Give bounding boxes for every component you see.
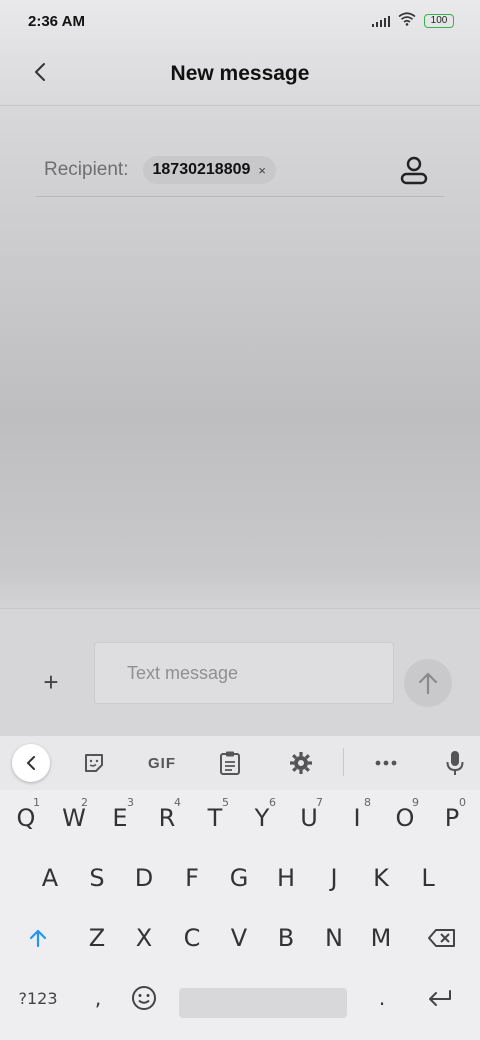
keyboard: GIF Q1 W2 E3 R4 T5 Y6 U7 I8 O9 P0 A S D … — [0, 736, 480, 1040]
recipient-chip-number: 18730218809 — [152, 161, 251, 178]
key-r[interactable]: R4 — [145, 790, 189, 846]
key-s[interactable]: S — [75, 850, 119, 906]
settings-button[interactable] — [285, 747, 317, 779]
key-q[interactable]: Q1 — [4, 790, 48, 846]
recipient-field[interactable]: Recipient: 18730218809 × — [36, 144, 444, 197]
key-m[interactable]: M — [359, 910, 403, 966]
back-button[interactable] — [26, 58, 54, 86]
message-input[interactable]: Text message — [94, 642, 394, 704]
signal-icon — [372, 15, 390, 27]
comma-key[interactable]: , — [76, 970, 120, 1026]
more-button[interactable] — [370, 747, 402, 779]
key-c[interactable]: C — [170, 910, 214, 966]
add-contact-button[interactable] — [398, 154, 430, 186]
voice-input-button[interactable] — [439, 747, 471, 779]
key-row-1: Q1 W2 E3 R4 T5 Y6 U7 I8 O9 P0 — [0, 790, 480, 850]
sticker-icon — [85, 754, 103, 772]
key-n[interactable]: N — [312, 910, 356, 966]
compose-bar: + Text message — [0, 608, 480, 736]
backspace-key[interactable] — [420, 910, 464, 966]
backspace-icon — [428, 929, 455, 947]
gif-label: GIF — [148, 754, 176, 772]
add-attachment-button[interactable]: + — [40, 669, 62, 695]
status-time: 2:36 AM — [28, 12, 85, 30]
gear-icon — [290, 752, 312, 774]
key-g[interactable]: G — [217, 850, 261, 906]
sticker-button[interactable] — [78, 747, 110, 779]
page-title: New message — [170, 61, 310, 85]
key-row-4: ?123 , . — [0, 970, 480, 1030]
battery-icon: 100 — [424, 14, 454, 28]
send-button[interactable] — [404, 659, 452, 707]
send-arrow-icon — [418, 672, 438, 695]
key-k[interactable]: K — [359, 850, 403, 906]
key-y[interactable]: Y6 — [240, 790, 284, 846]
key-l[interactable]: L — [406, 850, 450, 906]
enter-key[interactable] — [418, 970, 462, 1026]
toolbar-divider — [343, 748, 344, 776]
shift-key[interactable] — [16, 910, 60, 966]
remove-recipient-icon[interactable]: × — [258, 163, 266, 178]
key-u[interactable]: U7 — [287, 790, 331, 846]
key-f[interactable]: F — [170, 850, 214, 906]
app-header: New message — [0, 42, 480, 106]
key-row-3: Z X C V B N M — [0, 910, 480, 970]
emoji-key[interactable] — [122, 970, 166, 1026]
key-p[interactable]: P0 — [430, 790, 474, 846]
key-d[interactable]: D — [122, 850, 166, 906]
contact-icon — [400, 156, 428, 185]
recipient-label: Recipient: — [44, 159, 129, 180]
keyboard-toolbar: GIF — [0, 736, 480, 790]
key-t[interactable]: T5 — [193, 790, 237, 846]
back-chevron-icon — [35, 63, 45, 81]
wifi-icon — [398, 11, 416, 31]
key-j[interactable]: J — [312, 850, 356, 906]
status-bar: 2:36 AM 100 — [0, 0, 480, 42]
key-e[interactable]: E3 — [98, 790, 142, 846]
symbols-key[interactable]: ?123 — [14, 970, 62, 1026]
status-icons: 100 — [372, 11, 454, 31]
keyboard-collapse-button[interactable] — [12, 744, 50, 782]
key-v[interactable]: V — [217, 910, 261, 966]
chevron-left-icon — [27, 756, 35, 770]
key-h[interactable]: H — [264, 850, 308, 906]
microphone-icon — [446, 751, 464, 775]
key-b[interactable]: B — [264, 910, 308, 966]
more-icon — [375, 760, 397, 766]
key-o[interactable]: O9 — [383, 790, 427, 846]
key-i[interactable]: I8 — [335, 790, 379, 846]
space-key[interactable] — [179, 988, 347, 1018]
clipboard-button[interactable] — [214, 747, 246, 779]
clipboard-icon — [220, 751, 240, 775]
recipient-chip[interactable]: 18730218809 × — [142, 156, 276, 184]
key-w[interactable]: W2 — [52, 790, 96, 846]
period-key[interactable]: . — [360, 970, 404, 1026]
key-x[interactable]: X — [122, 910, 166, 966]
key-row-2: A S D F G H J K L — [0, 850, 480, 910]
key-z[interactable]: Z — [75, 910, 119, 966]
enter-icon — [429, 990, 451, 1006]
key-a[interactable]: A — [28, 850, 72, 906]
emoji-icon — [132, 986, 156, 1010]
shift-icon — [29, 929, 47, 948]
gif-button[interactable]: GIF — [144, 747, 180, 779]
